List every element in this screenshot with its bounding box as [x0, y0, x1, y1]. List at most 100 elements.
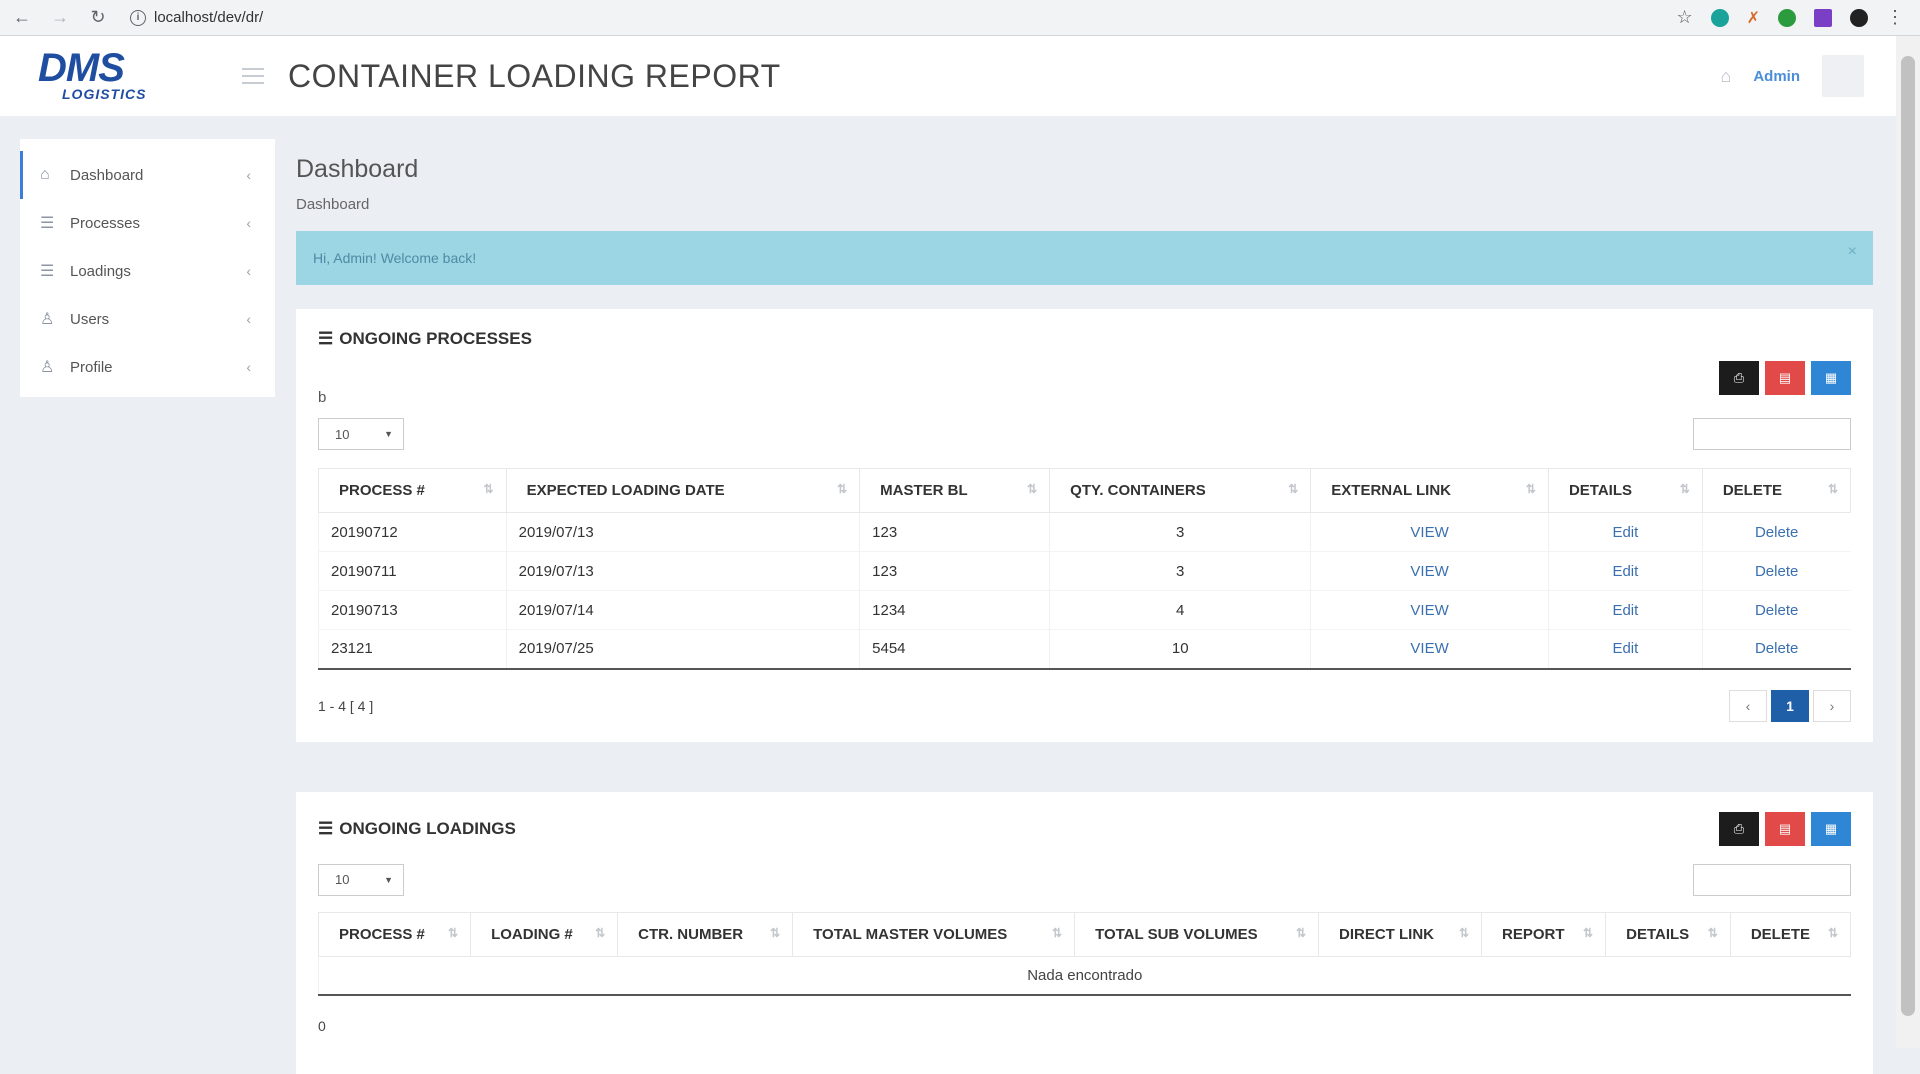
print-button[interactable]: ⎙ — [1719, 812, 1759, 846]
user-name[interactable]: Admin — [1753, 68, 1800, 85]
processes-table: PROCESS #⇅EXPECTED LOADING DATE⇅MASTER B… — [318, 468, 1851, 670]
sidebar-item-label: Profile — [70, 359, 113, 376]
column-header[interactable]: PROCESS #⇅ — [319, 912, 471, 956]
url-text: localhost/dev/dr/ — [154, 9, 263, 26]
column-header[interactable]: TOTAL MASTER VOLUMES⇅ — [793, 912, 1075, 956]
menu-icon[interactable]: ⋮ — [1886, 7, 1904, 28]
sidebar-item-label: Dashboard — [70, 167, 143, 184]
sidebar-item-label: Users — [70, 311, 109, 328]
search-input[interactable] — [1693, 864, 1851, 896]
sort-icon[interactable]: ⇅ — [595, 926, 605, 940]
profile-icon[interactable] — [1850, 9, 1868, 27]
master-bl: 5454 — [860, 630, 1050, 669]
sort-icon[interactable]: ⇅ — [1526, 482, 1536, 496]
search-input[interactable] — [1693, 418, 1851, 450]
list-icon: ☰ — [40, 261, 62, 281]
column-header[interactable]: MASTER BL⇅ — [860, 469, 1050, 513]
user-icon: ♙ — [40, 309, 62, 329]
column-header[interactable]: LOADING #⇅ — [471, 912, 618, 956]
pdf-button[interactable]: ▤ — [1765, 361, 1805, 395]
delete-link[interactable]: Delete — [1702, 630, 1850, 669]
logo[interactable]: DMS LOGISTICS — [0, 50, 230, 102]
edit-link[interactable]: Edit — [1548, 552, 1702, 591]
qty-containers: 10 — [1050, 630, 1311, 669]
pdf-button[interactable]: ▤ — [1765, 812, 1805, 846]
column-header[interactable]: EXTERNAL LINK⇅ — [1311, 469, 1549, 513]
column-header[interactable]: DIRECT LINK⇅ — [1319, 912, 1482, 956]
info-icon[interactable]: i — [130, 10, 146, 26]
sort-icon[interactable]: ⇅ — [484, 482, 494, 496]
sidebar-item-profile[interactable]: ♙ Profile ‹ — [20, 343, 275, 391]
sidebar-item-processes[interactable]: ☰ Processes ‹ — [20, 199, 275, 247]
sort-icon[interactable]: ⇅ — [1459, 926, 1469, 940]
sort-icon[interactable]: ⇅ — [1708, 926, 1718, 940]
ongoing-loadings-panel: ☰ONGOING LOADINGS ⎙ ▤ ▦ 10▼ PROCESS #⇅LO… — [296, 792, 1873, 1074]
sort-icon[interactable]: ⇅ — [448, 926, 458, 940]
print-button[interactable]: ⎙ — [1719, 361, 1759, 395]
sidebar-item-users[interactable]: ♙ Users ‹ — [20, 295, 275, 343]
column-header[interactable]: PROCESS #⇅ — [319, 469, 507, 513]
view-link[interactable]: VIEW — [1311, 552, 1549, 591]
export-button[interactable]: ▦ — [1811, 812, 1851, 846]
column-header[interactable]: QTY. CONTAINERS⇅ — [1050, 469, 1311, 513]
view-link[interactable]: VIEW — [1311, 591, 1549, 630]
sort-icon[interactable]: ⇅ — [1288, 482, 1298, 496]
column-header[interactable]: REPORT⇅ — [1482, 912, 1606, 956]
sort-icon[interactable]: ⇅ — [837, 482, 847, 496]
sort-icon[interactable]: ⇅ — [1828, 926, 1838, 940]
chevron-left-icon: ‹ — [246, 263, 251, 279]
sort-icon[interactable]: ⇅ — [1680, 482, 1690, 496]
column-header[interactable]: DELETE⇅ — [1730, 912, 1850, 956]
forward-icon[interactable]: → — [48, 6, 72, 30]
close-icon[interactable]: × — [1848, 243, 1857, 261]
edit-link[interactable]: Edit — [1548, 591, 1702, 630]
column-header[interactable]: DETAILS⇅ — [1548, 469, 1702, 513]
sort-icon[interactable]: ⇅ — [1052, 926, 1062, 940]
view-link[interactable]: VIEW — [1311, 630, 1549, 669]
avatar[interactable] — [1822, 55, 1864, 97]
column-header[interactable]: EXPECTED LOADING DATE⇅ — [506, 469, 860, 513]
delete-link[interactable]: Delete — [1702, 513, 1850, 552]
inbox-icon[interactable]: ⌂ — [1720, 66, 1731, 87]
delete-link[interactable]: Delete — [1702, 591, 1850, 630]
sort-icon[interactable]: ⇅ — [1027, 482, 1037, 496]
column-header[interactable]: CTR. NUMBER⇅ — [618, 912, 793, 956]
breadcrumb[interactable]: Dashboard — [296, 196, 1873, 213]
sort-icon[interactable]: ⇅ — [770, 926, 780, 940]
sidebar-item-dashboard[interactable]: ⌂ Dashboard ‹ — [20, 151, 275, 199]
pagination: ‹ 1 › — [1729, 690, 1851, 722]
extension-icon[interactable] — [1778, 9, 1796, 27]
sort-icon[interactable]: ⇅ — [1828, 482, 1838, 496]
next-page-button[interactable]: › — [1813, 690, 1851, 722]
table-row: 231212019/07/25545410VIEWEditDelete — [319, 630, 1851, 669]
address-bar[interactable]: i localhost/dev/dr/ — [124, 4, 1662, 32]
table-row: 201907132019/07/1412344VIEWEditDelete — [319, 591, 1851, 630]
sort-icon[interactable]: ⇅ — [1583, 926, 1593, 940]
sort-icon[interactable]: ⇅ — [1296, 926, 1306, 940]
extension-icon[interactable] — [1814, 9, 1832, 27]
extension-icon[interactable] — [1711, 9, 1729, 27]
hamburger-icon[interactable] — [242, 68, 264, 84]
page-button[interactable]: 1 — [1771, 690, 1809, 722]
page-scrollbar[interactable] — [1896, 36, 1920, 1048]
back-icon[interactable]: ← — [10, 6, 34, 30]
edit-link[interactable]: Edit — [1548, 630, 1702, 669]
sidebar-item-loadings[interactable]: ☰ Loadings ‹ — [20, 247, 275, 295]
prev-page-button[interactable]: ‹ — [1729, 690, 1767, 722]
column-header[interactable]: DETAILS⇅ — [1606, 912, 1731, 956]
page-size-select[interactable]: 10▼ — [318, 418, 404, 450]
edit-link[interactable]: Edit — [1548, 513, 1702, 552]
export-button[interactable]: ▦ — [1811, 361, 1851, 395]
master-bl: 1234 — [860, 591, 1050, 630]
browser-toolbar: ← → ↻ i localhost/dev/dr/ ☆ ✗ ⋮ — [0, 0, 1920, 36]
column-header[interactable]: DELETE⇅ — [1702, 469, 1850, 513]
column-header[interactable]: TOTAL SUB VOLUMES⇅ — [1075, 912, 1319, 956]
welcome-alert: Hi, Admin! Welcome back! × — [296, 231, 1873, 285]
view-link[interactable]: VIEW — [1311, 513, 1549, 552]
extension-icon[interactable]: ✗ — [1747, 8, 1760, 28]
reload-icon[interactable]: ↻ — [86, 6, 110, 30]
page-size-select[interactable]: 10▼ — [318, 864, 404, 896]
delete-link[interactable]: Delete — [1702, 552, 1850, 591]
table-summary: 0 — [318, 1018, 1851, 1034]
star-icon[interactable]: ☆ — [1676, 7, 1692, 28]
